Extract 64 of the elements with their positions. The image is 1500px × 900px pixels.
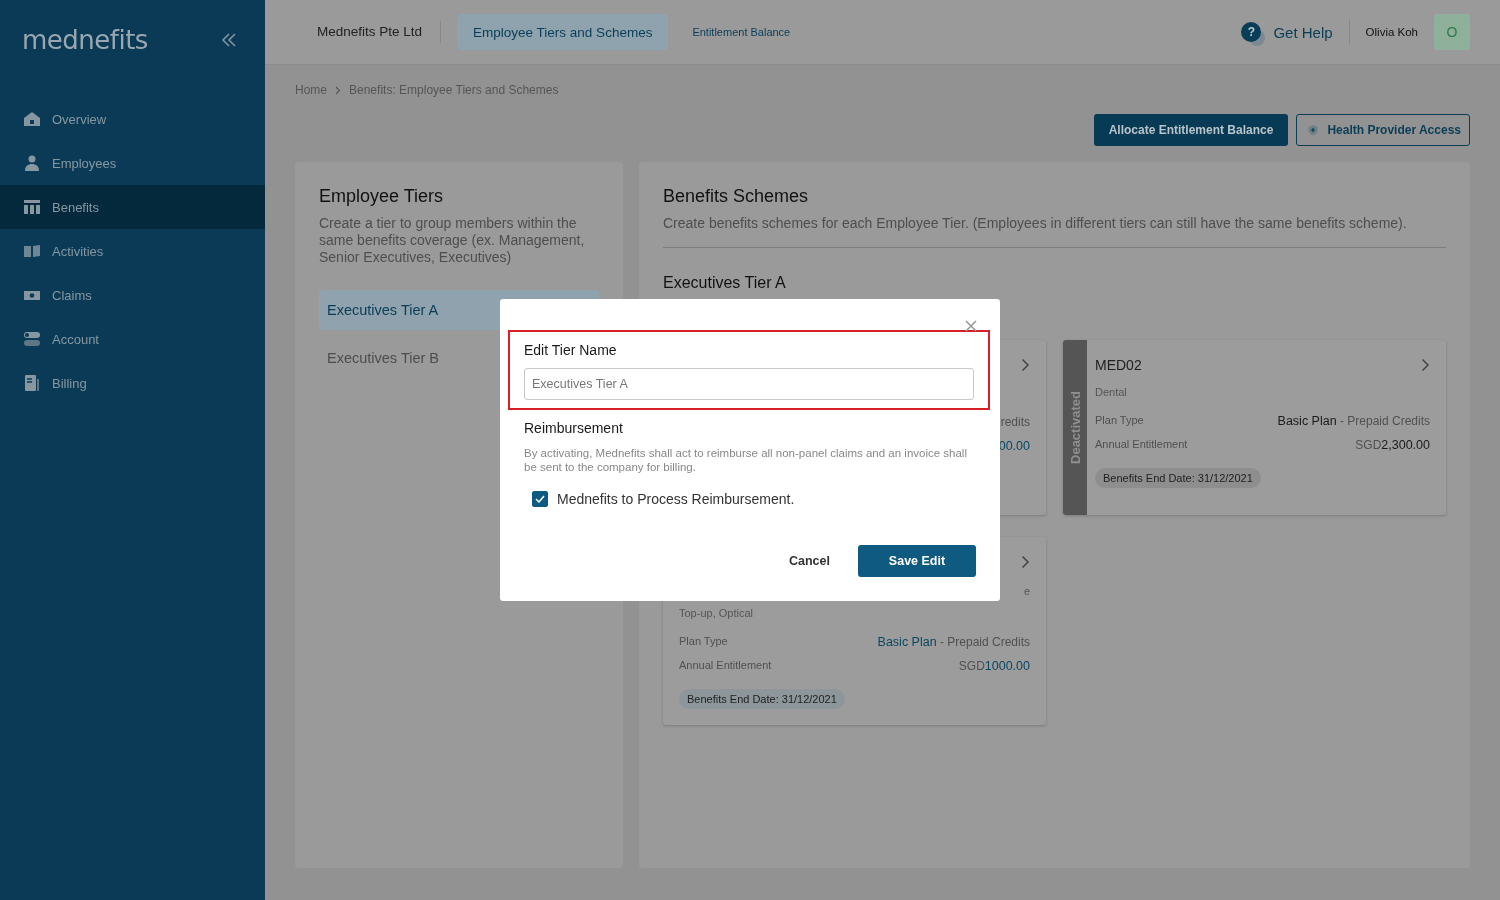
- chevron-icon: [335, 85, 341, 95]
- row-value: 00.00: [998, 439, 1030, 453]
- chevron-icon[interactable]: [1421, 358, 1430, 372]
- row-value: SGD2,300.00: [1355, 438, 1430, 452]
- scheme-category: Dental: [1095, 386, 1128, 398]
- tier-name-field[interactable]: Executives Tier A: [524, 368, 974, 400]
- help-link[interactable]: ? Get Help: [1241, 19, 1350, 45]
- end-date-chip: Benefits End Date: 31/12/2021: [679, 689, 845, 709]
- end-date-chip: Benefits End Date: 31/12/2021: [1095, 468, 1261, 488]
- access-button[interactable]: Health Provider Access: [1296, 114, 1470, 146]
- sidebar-item[interactable]: Account: [0, 317, 265, 361]
- chevron-icon[interactable]: [1021, 555, 1030, 569]
- toggle-icon: [23, 331, 41, 347]
- row-value: Basic Plan - Prepaid Credits: [877, 635, 1030, 649]
- row-label: Annual Entitlement: [679, 659, 772, 673]
- panel-description: Create a tier to group members within the same benefits coverage (ex. Management, Senior Executives, Executives): [319, 215, 586, 266]
- save-button[interactable]: Save Edit: [858, 545, 976, 577]
- tier-heading: Executives Tier A: [663, 274, 787, 292]
- row-label: Plan Type: [1095, 414, 1144, 428]
- sidebar-item[interactable]: Benefits: [0, 185, 265, 229]
- row-value: Basic Plan - Prepaid Credits: [1277, 414, 1430, 428]
- checkbox-label: Mednefits to Process Reimbursement.: [557, 491, 795, 507]
- close-icon[interactable]: [965, 320, 977, 332]
- row-label: Annual Entitlement: [1095, 438, 1188, 452]
- scheme-card[interactable]: Deactivated MED02 Dental Plan Type Basic Plan - Prepaid Credits Annual Entitlement SGD2,300.00 Benefits End Date: 31/12/2021: [1063, 340, 1446, 515]
- bill-icon: [23, 375, 41, 391]
- panel-title: Benefits Schemes: [663, 186, 810, 207]
- allocate-button[interactable]: Allocate Entitlement Balance: [1093, 114, 1289, 146]
- tab[interactable]: Employee Tiers and Schemes: [457, 14, 669, 50]
- user-name: Olivia Koh: [1365, 26, 1418, 38]
- logo: mednefits: [22, 25, 148, 55]
- home-icon: [23, 111, 41, 127]
- row-value: SGD1000.00: [958, 659, 1030, 673]
- cancel-button[interactable]: Cancel: [783, 553, 836, 569]
- avatar[interactable]: O: [1434, 14, 1470, 50]
- row-label: Plan Type: [679, 635, 728, 649]
- status-label: Deactivated: [1067, 391, 1083, 464]
- sidebar-item[interactable]: Overview: [0, 97, 265, 141]
- sidebar-item[interactable]: Claims: [0, 273, 265, 317]
- checkbox[interactable]: [532, 491, 548, 507]
- breadcrumb-item: Benefits: Employee Tiers and Schemes: [349, 83, 559, 97]
- panel-description: Create benefits schemes for each Employee Tier. (Employees in different tiers can still have the same benefits scheme).: [663, 215, 1446, 248]
- person-icon: [23, 155, 41, 171]
- section-description: By activating, Mednefits shall act to reimburse all non-panel claims and an invoice shall be sent to the company for billing.: [524, 446, 968, 474]
- scheme-category: Top-up, Optical: [679, 607, 754, 619]
- scheme-text: e: [1023, 585, 1030, 597]
- scheme-name: MED02: [1095, 357, 1142, 373]
- sidebar-item[interactable]: Employees: [0, 141, 265, 185]
- breadcrumb-item[interactable]: Home: [295, 83, 327, 97]
- collapse-icon[interactable]: [221, 33, 237, 47]
- sidebar-item[interactable]: Activities: [0, 229, 265, 273]
- panel-title: Employee Tiers: [319, 186, 445, 207]
- help-icon: ?: [1241, 22, 1262, 42]
- chevron-icon[interactable]: [1021, 358, 1030, 372]
- sidebar-item[interactable]: Billing: [0, 361, 265, 405]
- shield-icon: [1307, 124, 1320, 136]
- checkmark-icon: [535, 495, 545, 503]
- tab[interactable]: Entitlement Balance: [676, 16, 807, 48]
- field-label: Edit Tier Name: [524, 342, 618, 358]
- table-icon: [23, 199, 41, 215]
- company-name: Mednefits Pte Ltd: [317, 21, 442, 43]
- row-value: redits: [1000, 415, 1030, 429]
- book-icon: [23, 243, 41, 259]
- section-title: Reimbursement: [524, 420, 624, 436]
